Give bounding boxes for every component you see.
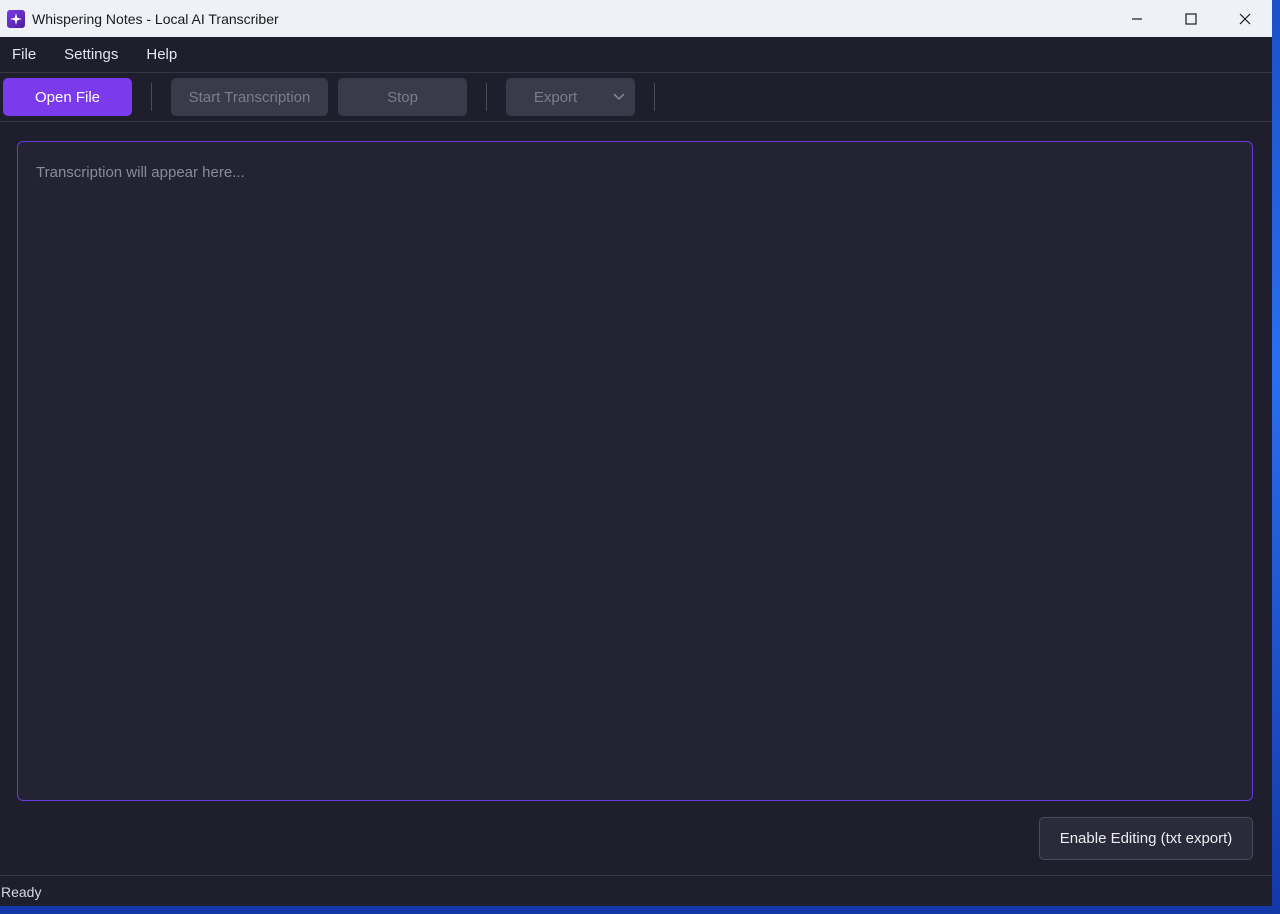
- enable-editing-button[interactable]: Enable Editing (txt export): [1039, 816, 1253, 860]
- start-transcription-button[interactable]: Start Transcription: [171, 78, 328, 116]
- export-label: Export: [533, 88, 578, 106]
- open-file-button[interactable]: Open File: [3, 78, 132, 116]
- close-icon: [1239, 13, 1251, 24]
- app-sparkle-icon: [7, 9, 25, 28]
- app-window: Whispering Notes - Local AI Transcriber …: [0, 0, 1272, 906]
- toolbar-separator: [151, 83, 152, 111]
- title-bar[interactable]: Whispering Notes - Local AI Transcriber: [0, 0, 1272, 37]
- menu-settings[interactable]: Settings: [64, 46, 118, 63]
- window-title: Whispering Notes - Local AI Transcriber: [32, 10, 279, 27]
- status-bar: Ready: [0, 875, 1272, 906]
- minimize-button[interactable]: [1110, 0, 1164, 37]
- status-text: Ready: [1, 884, 42, 900]
- menu-help[interactable]: Help: [146, 46, 177, 63]
- content-area: Transcription will appear here... Enable…: [0, 122, 1272, 875]
- maximize-icon: [1185, 12, 1197, 25]
- menu-bar: File Settings Help: [0, 37, 1272, 73]
- editor-footer: Enable Editing (txt export): [17, 801, 1253, 875]
- transcription-textarea[interactable]: Transcription will appear here...: [17, 141, 1253, 801]
- close-button[interactable]: [1218, 0, 1272, 37]
- toolbar: Open File Start Transcription Stop Expor…: [0, 73, 1272, 122]
- export-dropdown[interactable]: Export: [506, 78, 635, 116]
- stop-button[interactable]: Stop: [338, 78, 467, 116]
- minimize-icon: [1132, 17, 1142, 20]
- toolbar-separator: [654, 83, 655, 111]
- maximize-button[interactable]: [1164, 0, 1218, 37]
- transcription-placeholder: Transcription will appear here...: [36, 164, 245, 181]
- menu-file[interactable]: File: [12, 46, 36, 63]
- chevron-down-icon: [613, 93, 625, 100]
- toolbar-separator: [486, 83, 487, 111]
